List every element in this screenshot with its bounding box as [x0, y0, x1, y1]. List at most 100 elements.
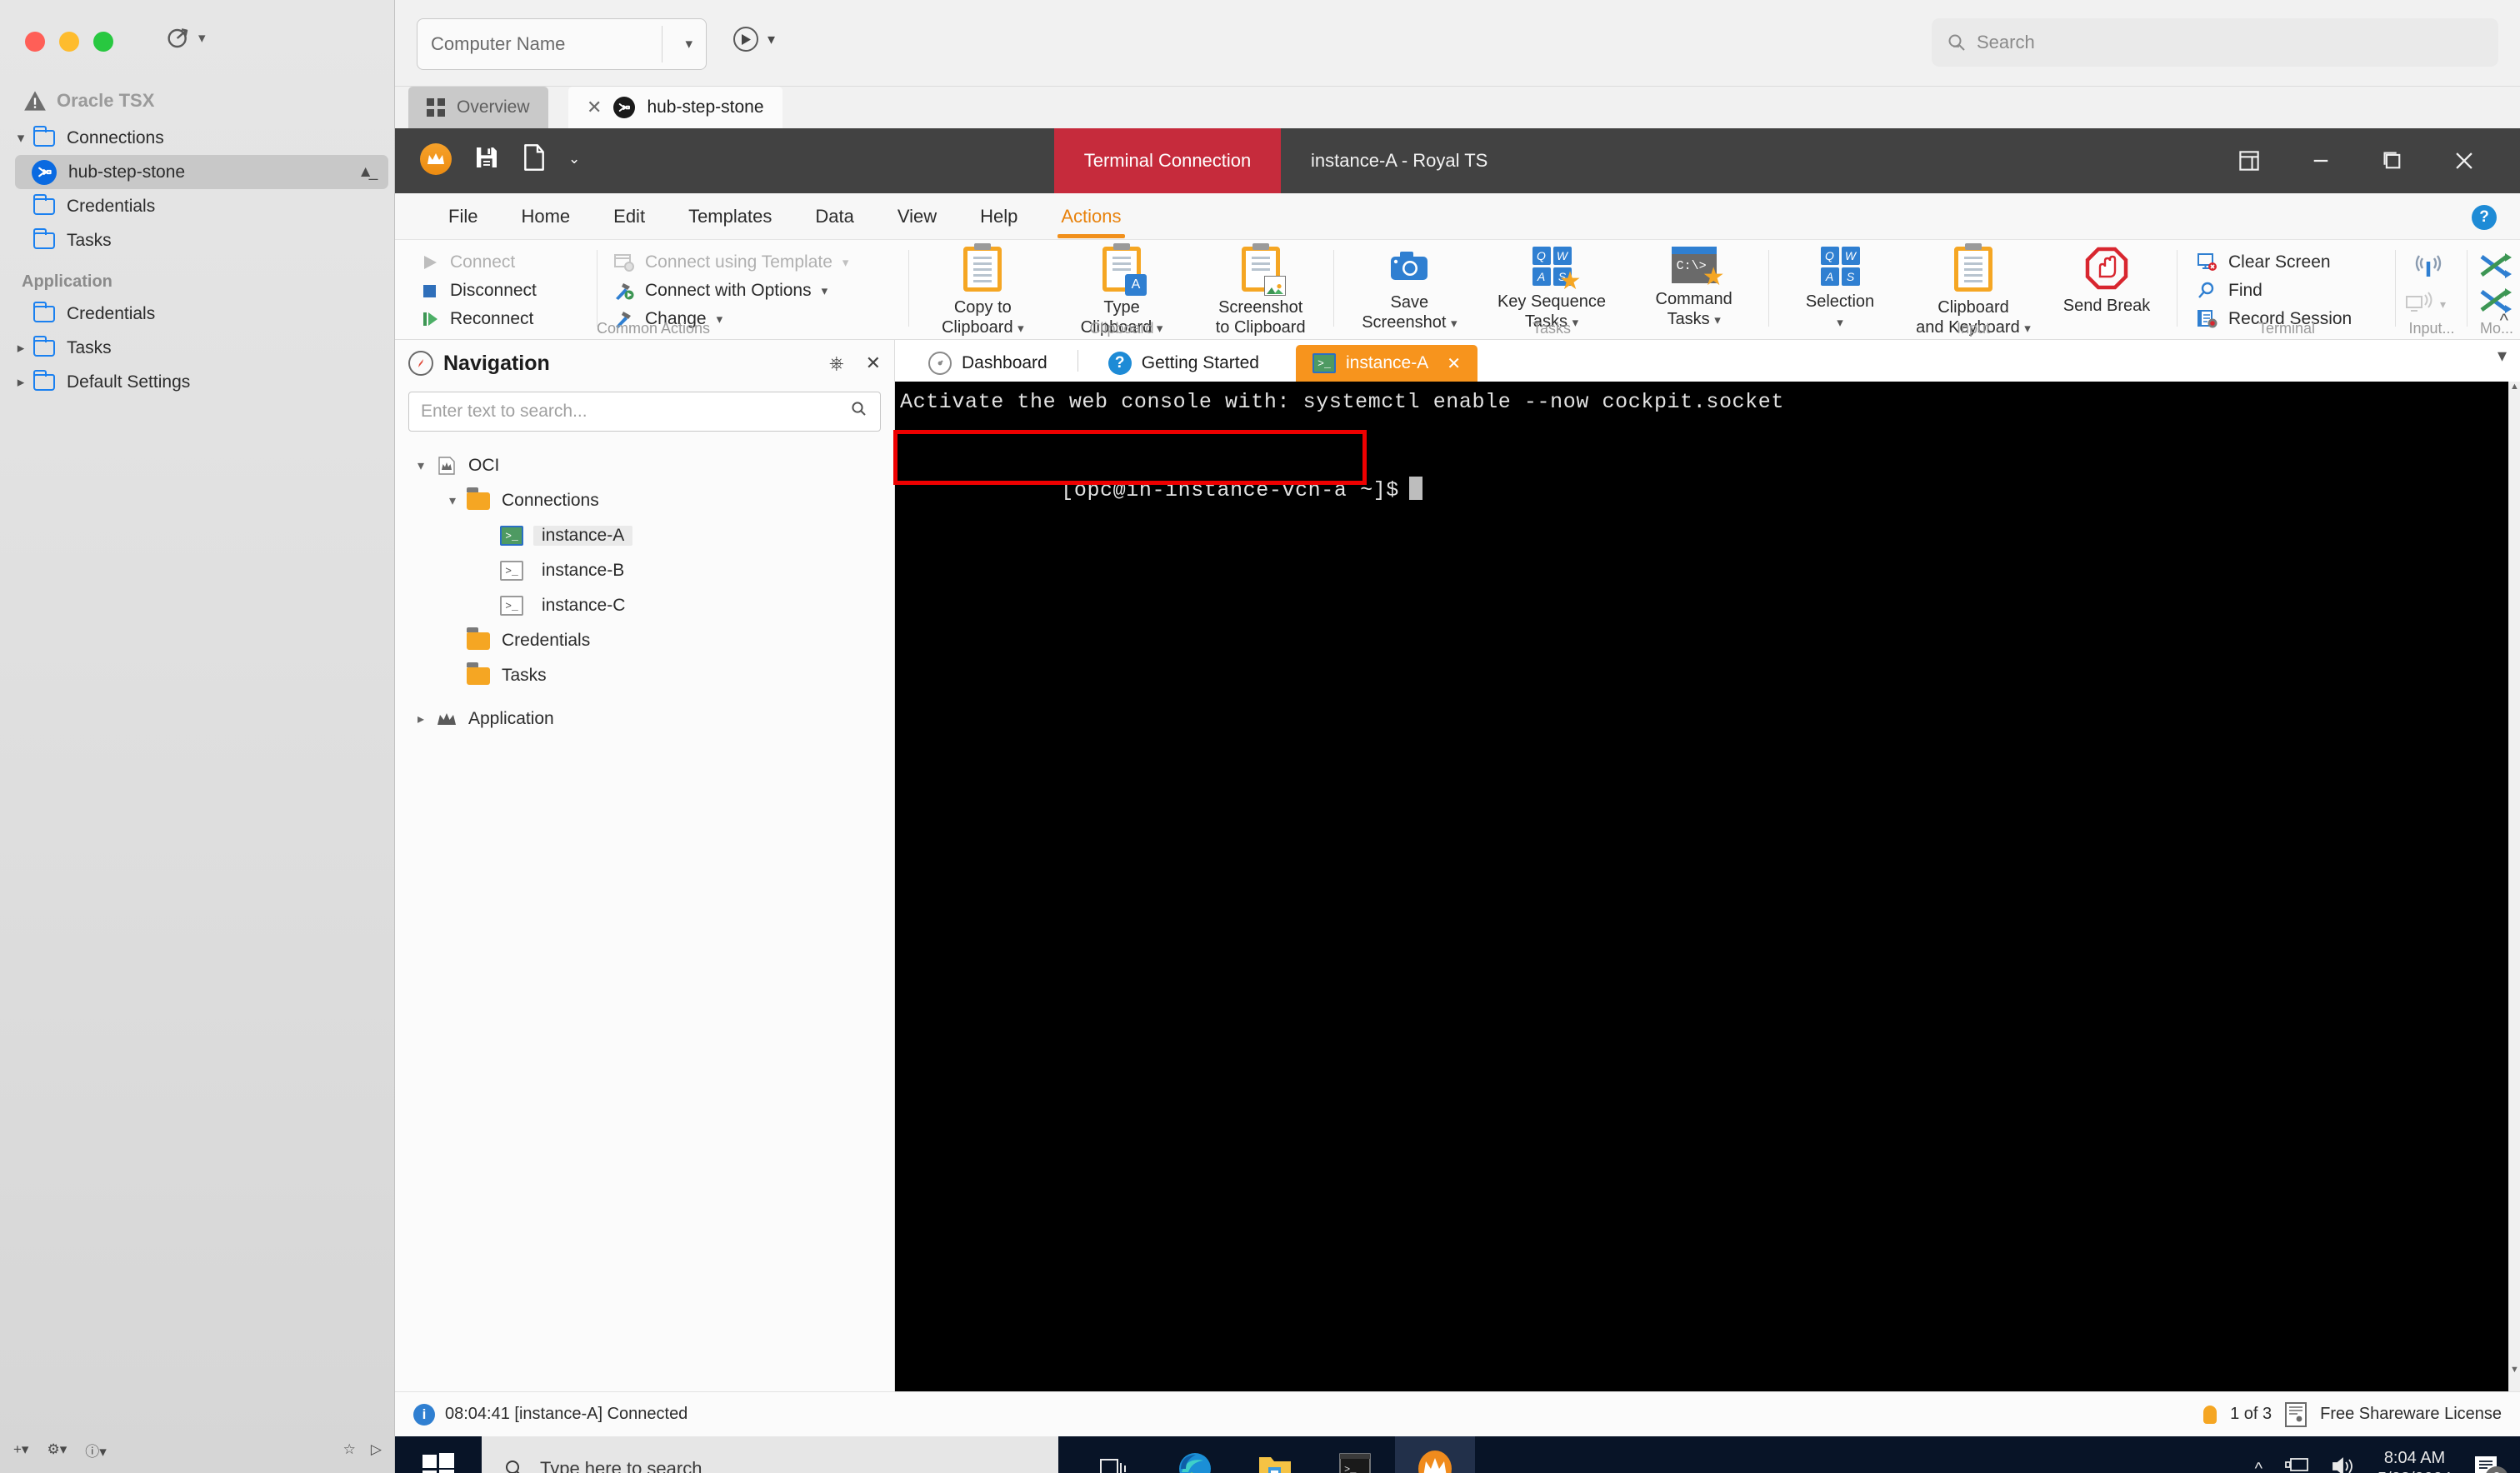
nav-item-connections[interactable]: ▾ Connections	[395, 483, 894, 518]
remote-broadcast-icon[interactable]: ▾	[2405, 292, 2446, 317]
navigation-search-input[interactable]: Enter text to search...	[408, 392, 881, 432]
menu-item-help[interactable]: Help	[958, 193, 1039, 240]
taskbar-search-input[interactable]: Type here to search	[482, 1436, 1058, 1473]
search-dropdown-icon[interactable]	[850, 400, 868, 423]
menu-item-home[interactable]: Home	[499, 193, 592, 240]
terminal-app-icon[interactable]: >_	[1315, 1436, 1395, 1473]
favorite-star-icon[interactable]: ☆	[343, 1441, 356, 1458]
ribbon-collapse-icon[interactable]: ^	[2500, 310, 2508, 332]
terminal-scrollbar[interactable]: ▲ ▼	[2508, 382, 2520, 1391]
network-icon[interactable]	[2284, 1456, 2309, 1473]
add-icon[interactable]: +▾	[13, 1441, 28, 1458]
close-icon[interactable]: ✕	[1447, 353, 1461, 374]
royalts-crown-icon[interactable]	[420, 143, 452, 175]
volume-icon[interactable]	[2331, 1456, 2356, 1473]
eject-icon[interactable]: ▲̲	[358, 163, 373, 182]
new-document-icon[interactable]	[522, 143, 547, 175]
task-view-icon[interactable]	[1075, 1436, 1155, 1473]
content-tab-instance-a[interactable]: >_ instance-A ✕	[1295, 345, 1478, 382]
mac-tree-item-tasks[interactable]: Tasks	[0, 223, 395, 257]
menu-item-data[interactable]: Data	[793, 193, 875, 240]
computer-name-field[interactable]: Computer Name ▾	[417, 18, 707, 70]
broadcast-antenna-icon[interactable]	[2410, 252, 2447, 289]
notification-icon[interactable]: 2	[2473, 1455, 2508, 1473]
settings-gear-icon[interactable]: ⚙▾	[47, 1441, 67, 1458]
edge-browser-icon[interactable]	[1155, 1436, 1235, 1473]
ribbon-connect-using-template-button[interactable]: Connect using Template ▾	[613, 248, 848, 277]
ribbon-connect-with-options-button[interactable]: Connect with Options ▾	[613, 277, 848, 305]
lightbulb-icon[interactable]	[2203, 1405, 2218, 1424]
ribbon-group-label: Input...	[2408, 320, 2455, 337]
chevron-down-icon[interactable]: ▾	[8, 130, 33, 147]
chevron-right-icon[interactable]: ▸	[8, 374, 33, 391]
clipboard-type-icon: A	[1102, 247, 1147, 296]
menu-item-templates[interactable]: Templates	[667, 193, 793, 240]
scroll-up-icon[interactable]: ▲	[2509, 382, 2520, 395]
mac-app-item-credentials[interactable]: Credentials	[0, 297, 395, 331]
minimize-icon[interactable]	[2285, 128, 2357, 193]
menu-item-view[interactable]: View	[876, 193, 958, 240]
maximize-icon[interactable]	[2357, 128, 2428, 193]
nav-item-credentials[interactable]: Credentials	[395, 623, 894, 658]
mac-tree-item-connections[interactable]: ▾ Connections	[0, 121, 395, 155]
help-icon[interactable]: ⓘ▾	[85, 1440, 107, 1461]
close-icon[interactable]	[2428, 128, 2500, 193]
vm-tab-overview[interactable]: Overview	[408, 87, 548, 128]
chevron-down-icon[interactable]: ▾	[685, 36, 692, 52]
save-icon[interactable]	[473, 144, 500, 175]
nav-item-application[interactable]: ▸ Application	[395, 702, 894, 736]
chevron-down-icon[interactable]: ▾	[822, 283, 828, 298]
restore-layout-icon[interactable]	[2213, 128, 2285, 193]
refresh-circle-icon[interactable]: ▾	[165, 25, 206, 52]
play-circle-icon[interactable]	[733, 27, 758, 52]
royalts-app-icon[interactable]	[1395, 1436, 1475, 1473]
mac-tree-item-hub-step-stone[interactable]: hub-step-stone ▲̲	[15, 155, 388, 189]
close-window-button[interactable]	[25, 32, 45, 52]
close-icon[interactable]: ✕	[587, 97, 602, 118]
terminal-output[interactable]: Activate the web console with: systemctl…	[893, 382, 2508, 1391]
menu-item-file[interactable]: File	[427, 193, 499, 240]
clipboard-icon	[1954, 247, 1992, 292]
ribbon-connect-button[interactable]: Connect	[420, 248, 537, 277]
chevron-right-icon[interactable]: ▸	[8, 340, 33, 357]
chevron-down-icon[interactable]: ▾	[407, 457, 435, 474]
menu-item-actions[interactable]: Actions	[1039, 193, 1142, 240]
customize-chevron-icon[interactable]: ⌄	[568, 151, 580, 167]
mac-app-item-tasks[interactable]: ▸ Tasks	[0, 331, 395, 365]
vm-tab-hub-step-stone[interactable]: ✕ hub-step-stone	[568, 87, 782, 128]
minimize-window-button[interactable]	[59, 32, 79, 52]
chevron-down-icon[interactable]: ▾	[768, 31, 775, 48]
content-collapse-icon[interactable]: ▾	[2498, 345, 2507, 367]
zoom-window-button[interactable]	[93, 32, 113, 52]
file-explorer-icon[interactable]	[1235, 1436, 1315, 1473]
chevron-down-icon[interactable]: ▾	[842, 255, 849, 270]
mac-app-item-default-settings[interactable]: ▸ Default Settings	[0, 365, 395, 399]
pin-icon[interactable]: ⎈	[829, 352, 844, 374]
scroll-down-icon[interactable]: ▼	[2509, 1365, 2520, 1378]
close-icon[interactable]: ✕	[866, 352, 881, 374]
ribbon-find-button[interactable]: Find	[2197, 277, 2352, 305]
show-hidden-icons-icon[interactable]: ^	[2255, 1460, 2262, 1473]
nav-item-instance-b[interactable]: >_ instance-B	[395, 553, 894, 588]
ribbon-disconnect-button[interactable]: Disconnect	[420, 277, 537, 305]
window-traffic-lights[interactable]	[25, 32, 113, 52]
ribbon-clear-screen-button[interactable]: Clear Screen	[2197, 248, 2352, 277]
chevron-down-icon[interactable]: ▾	[438, 492, 467, 509]
mac-tree-item-credentials[interactable]: Credentials	[0, 189, 395, 223]
shuffle-icon[interactable]	[2478, 252, 2513, 284]
content-tab-dashboard[interactable]: Dashboard	[912, 345, 1064, 382]
vm-play-control[interactable]: ▾	[733, 27, 775, 52]
vm-search-field[interactable]: Search	[1932, 18, 2498, 67]
help-question-icon[interactable]: ?	[2472, 205, 2497, 230]
windows-start-icon[interactable]	[395, 1436, 482, 1473]
nav-item-instance-c[interactable]: >_ instance-C	[395, 588, 894, 623]
play-icon[interactable]: ▷	[371, 1441, 382, 1458]
nav-item-tasks[interactable]: Tasks	[395, 658, 894, 693]
chevron-right-icon[interactable]: ▸	[407, 711, 435, 727]
menu-item-edit[interactable]: Edit	[592, 193, 667, 240]
nav-item-oci[interactable]: ▾ OCI	[395, 448, 894, 483]
orange-folder-icon	[467, 662, 490, 685]
taskbar-clock[interactable]: 8:04 AM 5/23/2024	[2378, 1448, 2452, 1473]
content-tab-getting-started[interactable]: ? Getting Started	[1092, 345, 1276, 382]
nav-item-instance-a[interactable]: >_ instance-A	[395, 518, 894, 553]
